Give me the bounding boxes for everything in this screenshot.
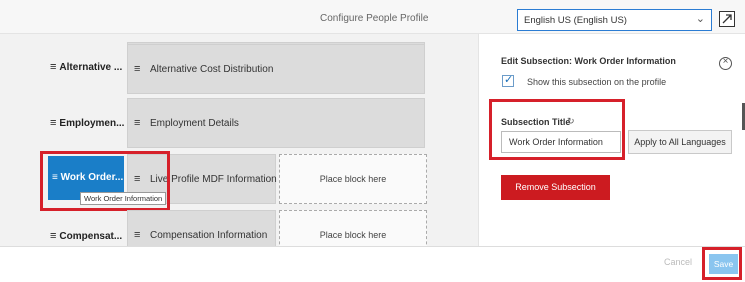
language-select[interactable]: English US (English US) ⌄ <box>517 9 712 31</box>
show-subsection-checkbox[interactable]: ✓ <box>502 74 514 87</box>
chevron-down-icon: ⌄ <box>695 13 705 25</box>
edit-panel: Edit Subsection: Work Order Information … <box>478 34 745 246</box>
footer: Cancel Save <box>0 246 745 282</box>
language-select-value: English US (English US) <box>524 15 627 26</box>
subsection-item-employment[interactable]: ≡ Employmen... <box>50 117 126 129</box>
highlight-box <box>489 99 625 160</box>
drag-handle-icon[interactable]: ≡ <box>50 230 56 242</box>
page-title: Configure People Profile <box>320 13 429 24</box>
close-icon[interactable]: × <box>719 56 732 70</box>
subsection-item-alternative[interactable]: ≡ Alternative ... <box>50 61 126 73</box>
panel-heading: Edit Subsection: Work Order Information <box>501 56 676 66</box>
block-card[interactable]: ≡ Compensation Information <box>127 210 276 246</box>
subsection-label: Compensat... <box>59 231 123 242</box>
drag-handle-icon[interactable]: ≡ <box>50 117 56 129</box>
block-card[interactable]: ≡ Employment Details <box>127 98 425 148</box>
subsection-label: Employmen... <box>59 118 125 129</box>
drag-handle-icon[interactable]: ≡ <box>134 117 140 129</box>
remove-subsection-button[interactable]: Remove Subsection <box>501 175 610 200</box>
block-drop-zone[interactable]: Place block here <box>279 210 427 246</box>
drop-zone-label: Place block here <box>319 230 387 240</box>
drag-handle-icon[interactable]: ≡ <box>134 229 140 241</box>
cancel-button[interactable]: Cancel <box>664 257 692 267</box>
subsection-row: ≡ Employmen... ≡ Employment Details <box>0 98 478 150</box>
subsection-item-compensation[interactable]: ≡ Compensat... <box>50 230 126 242</box>
show-subsection-label: Show this subsection on the profile <box>527 77 667 87</box>
subsection-label: Alternative ... <box>59 62 123 73</box>
top-bar: Configure People Profile English US (Eng… <box>0 0 745 34</box>
block-label: Alternative Cost Distribution <box>150 64 274 75</box>
check-icon: ✓ <box>504 74 514 86</box>
apply-to-all-languages-button[interactable]: Apply to All Languages <box>628 130 732 154</box>
expand-icon[interactable] <box>719 11 735 27</box>
block-drop-zone[interactable]: Place block here <box>279 154 427 204</box>
highlight-box <box>702 247 742 280</box>
subsection-row: ≡ Alternative ... ≡ Alternative Cost Dist… <box>0 42 478 94</box>
drop-zone-label: Place block here <box>319 174 387 184</box>
block-label: Compensation Information <box>150 230 268 241</box>
drag-handle-icon[interactable]: ≡ <box>50 61 56 73</box>
layout-canvas: ≡ Alternative ... ≡ Alternative Cost Dist… <box>0 34 478 246</box>
block-label: Employment Details <box>150 118 239 129</box>
highlight-box <box>40 151 170 211</box>
block-card[interactable]: ≡ Alternative Cost Distribution <box>127 44 425 94</box>
drag-handle-icon[interactable]: ≡ <box>134 63 140 75</box>
